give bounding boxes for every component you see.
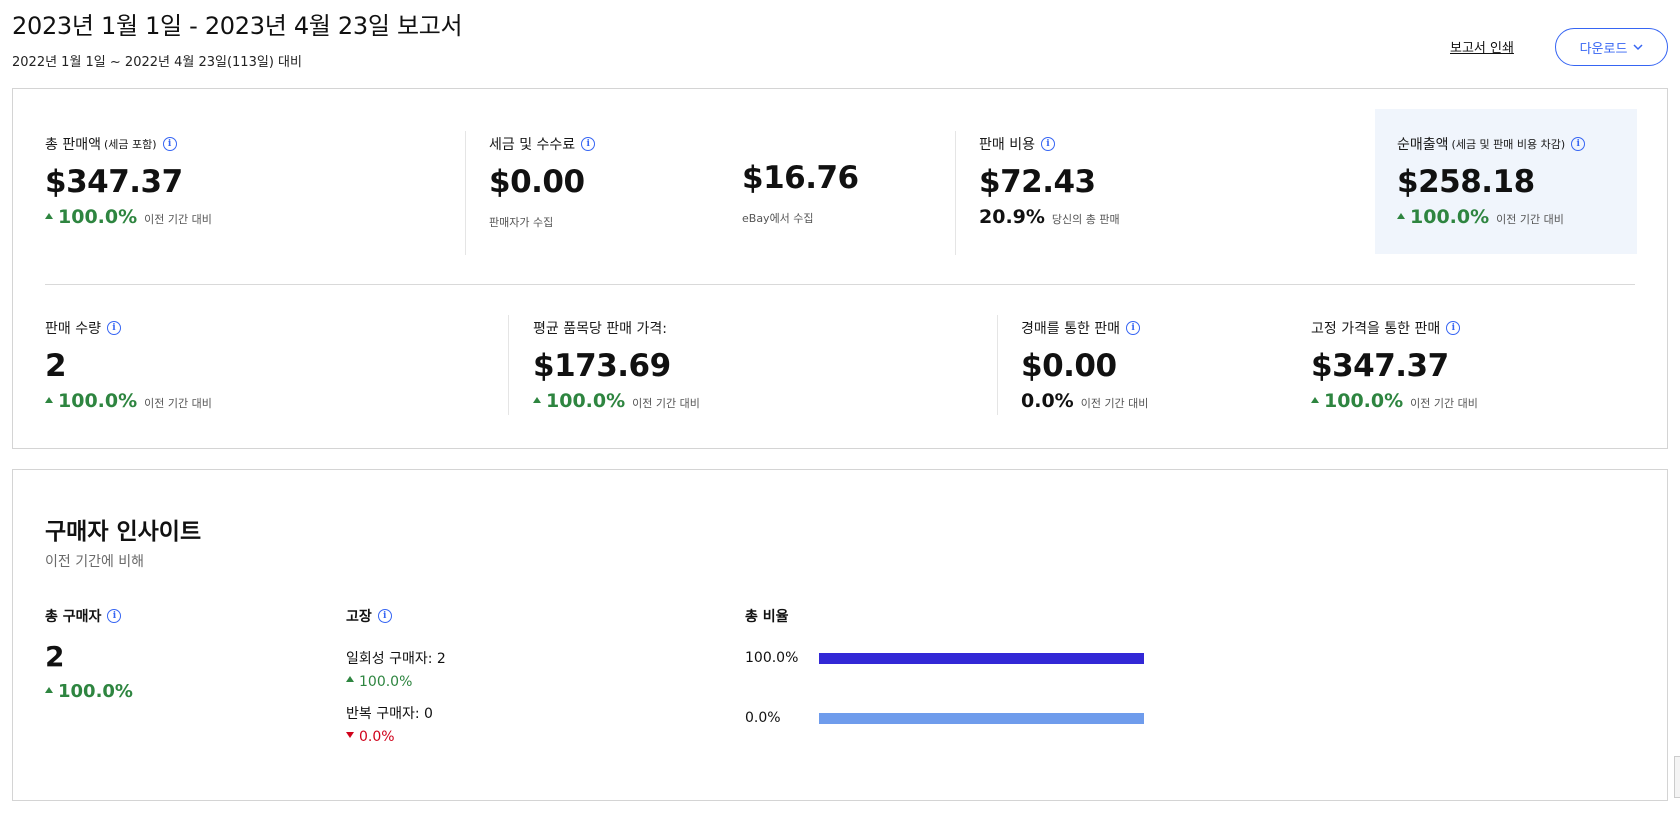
metric-label: 판매 비용 xyxy=(979,137,1035,153)
divider xyxy=(955,131,956,255)
info-icon[interactable]: i xyxy=(1571,137,1586,151)
repeat-buyers: 반복 구매자: 0 xyxy=(346,706,433,722)
metric-value-seller: $0.00 xyxy=(489,164,585,200)
info-icon[interactable]: i xyxy=(377,609,392,623)
metric-value: $258.18 xyxy=(1397,164,1535,200)
buyer-breakdown: 고장 i 일회성 구매자: 2 100.0% 반복 구매자: 0 0.0% xyxy=(346,606,446,745)
metric-change: 100.0% xyxy=(1324,390,1404,412)
metric-label: 평균 품목당 판매 가격: xyxy=(533,321,667,337)
metric-change: 100.0% xyxy=(546,390,626,412)
ratio-bar xyxy=(819,712,1144,724)
buyer-insights-card: 구매자 인사이트 이전 기간에 비해 총 구매자 i 2 100.0% 고장 i… xyxy=(12,469,1668,801)
metric-ebay-collected: $16.76 eBay에서 수집 xyxy=(742,134,859,226)
metric-note-seller: 판매자가 수집 xyxy=(489,216,554,229)
arrow-up-icon xyxy=(45,397,53,403)
metric-net-sales: 순매출액 (세금 및 판매 비용 차감) i $258.18 100.0% 이전… xyxy=(1397,134,1586,228)
total-buyers-change: 100.0% xyxy=(58,681,133,702)
metric-change: 100.0% xyxy=(1410,206,1490,228)
divider xyxy=(508,315,509,415)
ratio-pct: 100.0% xyxy=(745,650,799,666)
section-subtitle: 이전 기간에 비해 xyxy=(45,554,145,570)
arrow-up-icon xyxy=(45,687,53,693)
arrow-up-icon xyxy=(45,213,53,219)
section-title: 구매자 인사이트 xyxy=(45,519,202,545)
one-time-change: 100.0% xyxy=(359,674,413,690)
ratio-row-one-time: 100.0% xyxy=(745,650,1144,666)
ratio-pct: 0.0% xyxy=(745,710,781,726)
repeat-change: 0.0% xyxy=(359,729,395,745)
metric-change: 100.0% xyxy=(58,390,138,412)
page-title: 2023년 1월 1일 - 2023년 4월 23일 보고서 xyxy=(12,12,463,40)
info-icon[interactable]: i xyxy=(1446,321,1461,335)
metric-average-price: 평균 품목당 판매 가격: $173.69 100.0% 이전 기간 대비 xyxy=(533,318,700,412)
total-buyers: 총 구매자 i 2 100.0% xyxy=(45,606,133,702)
metric-compare: 당신의 총 판매 xyxy=(1051,213,1120,226)
metric-total-sales: 총 판매액 (세금 포함) i $347.37 100.0% 이전 기간 대비 xyxy=(45,134,212,228)
info-icon[interactable]: i xyxy=(1040,137,1055,151)
metric-compare: 이전 기간 대비 xyxy=(144,397,212,410)
divider xyxy=(997,315,998,415)
print-report-link[interactable]: 보고서 인쇄 xyxy=(1450,37,1514,56)
metric-change: 0.0% xyxy=(1021,390,1074,412)
metric-label: 고정 가격을 통한 판매 xyxy=(1311,321,1441,337)
metric-auction-sales: 경매를 통한 판매 i $0.00 0.0% 이전 기간 대비 xyxy=(1021,318,1148,412)
total-ratio: 총 비율 xyxy=(745,606,789,626)
comparison-period: 2022년 1월 1일 ~ 2022년 4월 23일(113일) 대비 xyxy=(12,55,302,70)
divider xyxy=(465,131,466,255)
download-button[interactable]: 다운로드 xyxy=(1555,28,1668,66)
metric-label-note: (세금 및 판매 비용 차감) xyxy=(1451,138,1566,151)
info-icon[interactable]: i xyxy=(106,321,121,335)
ratio-bar xyxy=(819,652,1144,664)
metric-value: $347.37 xyxy=(45,164,183,200)
metric-change: 20.9% xyxy=(979,206,1045,228)
metric-label: 순매출액 xyxy=(1397,137,1449,153)
total-buyers-label: 총 구매자 xyxy=(45,609,102,625)
section-divider xyxy=(45,284,1635,285)
metric-value-ebay: $16.76 xyxy=(742,160,859,196)
arrow-down-icon xyxy=(346,732,354,738)
total-buyers-value: 2 xyxy=(45,640,65,673)
metric-value: $347.37 xyxy=(1311,348,1449,384)
info-icon[interactable]: i xyxy=(107,609,122,623)
metric-selling-costs: 판매 비용 i $72.43 20.9% 당신의 총 판매 xyxy=(979,134,1120,228)
metric-compare: 이전 기간 대비 xyxy=(144,213,212,226)
metric-value: 2 xyxy=(45,348,67,384)
metric-compare: 이전 기간 대비 xyxy=(632,397,700,410)
breakdown-label: 고장 xyxy=(346,609,372,625)
metric-value: $0.00 xyxy=(1021,348,1117,384)
info-icon[interactable]: i xyxy=(581,137,596,151)
metric-label: 경매를 통한 판매 xyxy=(1021,321,1121,337)
metric-label-note: (세금 포함) xyxy=(103,138,157,151)
report-header: 2023년 1월 1일 - 2023년 4월 23일 보고서 2022년 1월 … xyxy=(12,6,463,70)
ratio-label: 총 비율 xyxy=(745,609,789,625)
metric-value: $173.69 xyxy=(533,348,671,384)
metric-fixed-price-sales: 고정 가격을 통한 판매 i $347.37 100.0% 이전 기간 대비 xyxy=(1311,318,1478,412)
arrow-up-icon xyxy=(1397,213,1405,219)
metric-compare: 이전 기간 대비 xyxy=(1410,397,1478,410)
metric-compare: 이전 기간 대비 xyxy=(1080,397,1149,410)
metric-note-ebay: eBay에서 수집 xyxy=(742,212,814,225)
sales-summary-card: 총 판매액 (세금 포함) i $347.37 100.0% 이전 기간 대비 … xyxy=(12,88,1668,449)
metric-label: 총 판매액 xyxy=(45,137,101,153)
chevron-down-icon xyxy=(1633,43,1643,50)
ratio-row-repeat: 0.0% xyxy=(745,710,1144,726)
arrow-up-icon xyxy=(533,397,541,403)
scrollbar-handle[interactable] xyxy=(1674,756,1680,798)
metric-compare: 이전 기간 대비 xyxy=(1496,213,1564,226)
arrow-up-icon xyxy=(1311,397,1319,403)
info-icon[interactable]: i xyxy=(1126,321,1141,335)
info-icon[interactable]: i xyxy=(162,137,177,151)
metric-label: 판매 수량 xyxy=(45,321,101,337)
metric-taxes-fees: 세금 및 수수료 i $0.00 판매자가 수집 xyxy=(489,134,596,230)
metric-quantity-sold: 판매 수량 i 2 100.0% 이전 기간 대비 xyxy=(45,318,212,412)
one-time-buyers: 일회성 구매자: 2 xyxy=(346,651,446,667)
download-label: 다운로드 xyxy=(1579,41,1628,57)
metric-change: 100.0% xyxy=(58,206,138,228)
arrow-up-icon xyxy=(346,676,354,682)
metric-value: $72.43 xyxy=(979,164,1096,200)
metric-label: 세금 및 수수료 xyxy=(489,137,576,153)
